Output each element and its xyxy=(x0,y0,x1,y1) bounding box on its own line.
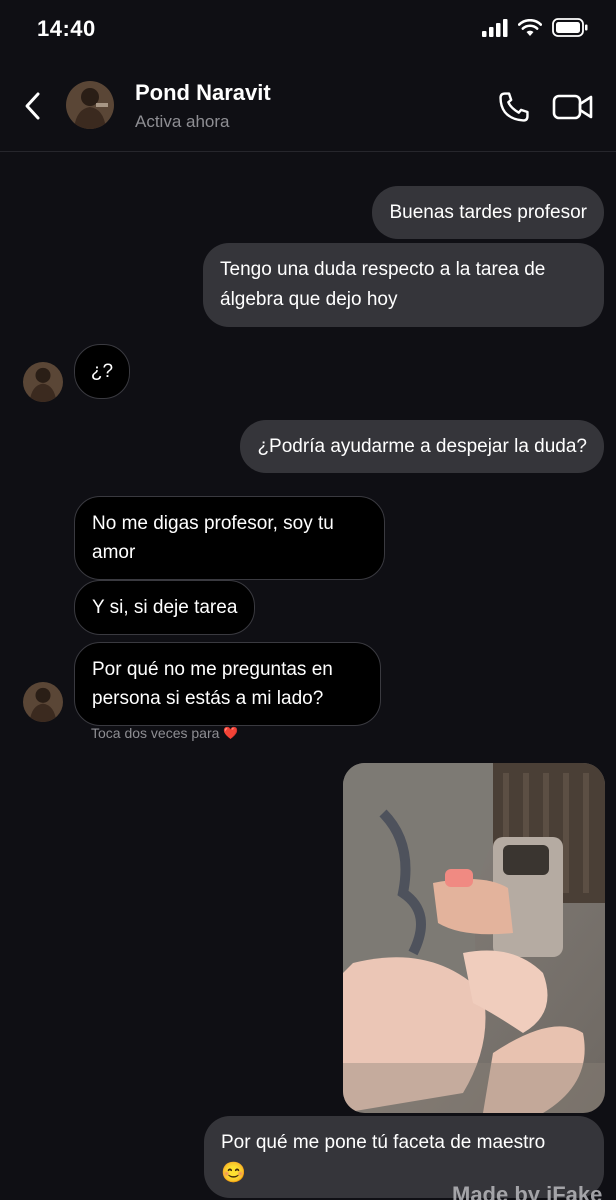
back-button[interactable] xyxy=(18,88,46,124)
voice-call-button[interactable] xyxy=(497,90,531,124)
contact-avatar[interactable] xyxy=(66,81,114,129)
video-call-button[interactable] xyxy=(552,92,594,122)
message-text-line: Tengo una duda respecto a la tarea de xyxy=(220,259,546,280)
message-text-line: álgebra que dejo hoy xyxy=(220,289,398,310)
message-bubble-incoming[interactable]: No me digas profesor, soy tu amor xyxy=(74,496,385,580)
contact-name[interactable]: Pond Naravit xyxy=(135,80,271,106)
battery-icon xyxy=(552,18,588,37)
heart-emoji: ❤️ xyxy=(223,726,239,740)
message-text: ¿Podría ayudarme a despejar la duda? xyxy=(257,436,587,457)
message-bubble-outgoing[interactable]: ¿Podría ayudarme a despejar la duda? xyxy=(240,420,604,473)
video-camera-icon xyxy=(552,94,593,120)
status-time: 14:40 xyxy=(37,16,96,41)
photo-message[interactable] xyxy=(343,763,605,1113)
contact-status: Activa ahora xyxy=(135,112,230,131)
contact-avatar-small[interactable] xyxy=(23,362,63,402)
message-bubble-incoming[interactable]: ¿? xyxy=(74,344,130,399)
message-bubble-incoming[interactable]: Por qué no me preguntas en persona si es… xyxy=(74,642,381,726)
watermark: Made by iFake xyxy=(452,1182,603,1200)
message-text: Buenas tardes profesor xyxy=(389,202,587,223)
message-text: Y si, si deje tarea xyxy=(92,597,238,618)
wifi-icon xyxy=(518,18,542,36)
double-tap-hint: Toca dos veces para ❤️ xyxy=(91,725,238,741)
message-bubble-outgoing[interactable]: Tengo una duda respecto a la tarea de ál… xyxy=(203,243,604,327)
message-text-line: persona si estás a mi lado? xyxy=(92,688,324,709)
hint-text: Toca dos veces para xyxy=(91,725,220,741)
message-text: Por qué me pone tú faceta de maestro xyxy=(221,1132,546,1153)
message-bubble-incoming[interactable]: Y si, si deje tarea xyxy=(74,580,256,635)
back-chevron-icon xyxy=(25,92,40,120)
contact-avatar-small[interactable] xyxy=(23,682,63,722)
phone-icon xyxy=(499,92,529,122)
chat-header: Pond Naravit Activa ahora xyxy=(0,60,616,152)
message-text-line: No me digas profesor, soy tu xyxy=(92,513,334,534)
cellular-signal-icon xyxy=(482,18,508,37)
message-text: ¿? xyxy=(90,361,114,382)
message-text-line: Por qué no me preguntas en xyxy=(92,659,333,680)
message-bubble-outgoing[interactable]: Buenas tardes profesor xyxy=(372,186,604,239)
status-icons xyxy=(482,18,588,37)
message-text-line: amor xyxy=(92,542,136,563)
status-bar: 14:40 xyxy=(0,0,616,60)
